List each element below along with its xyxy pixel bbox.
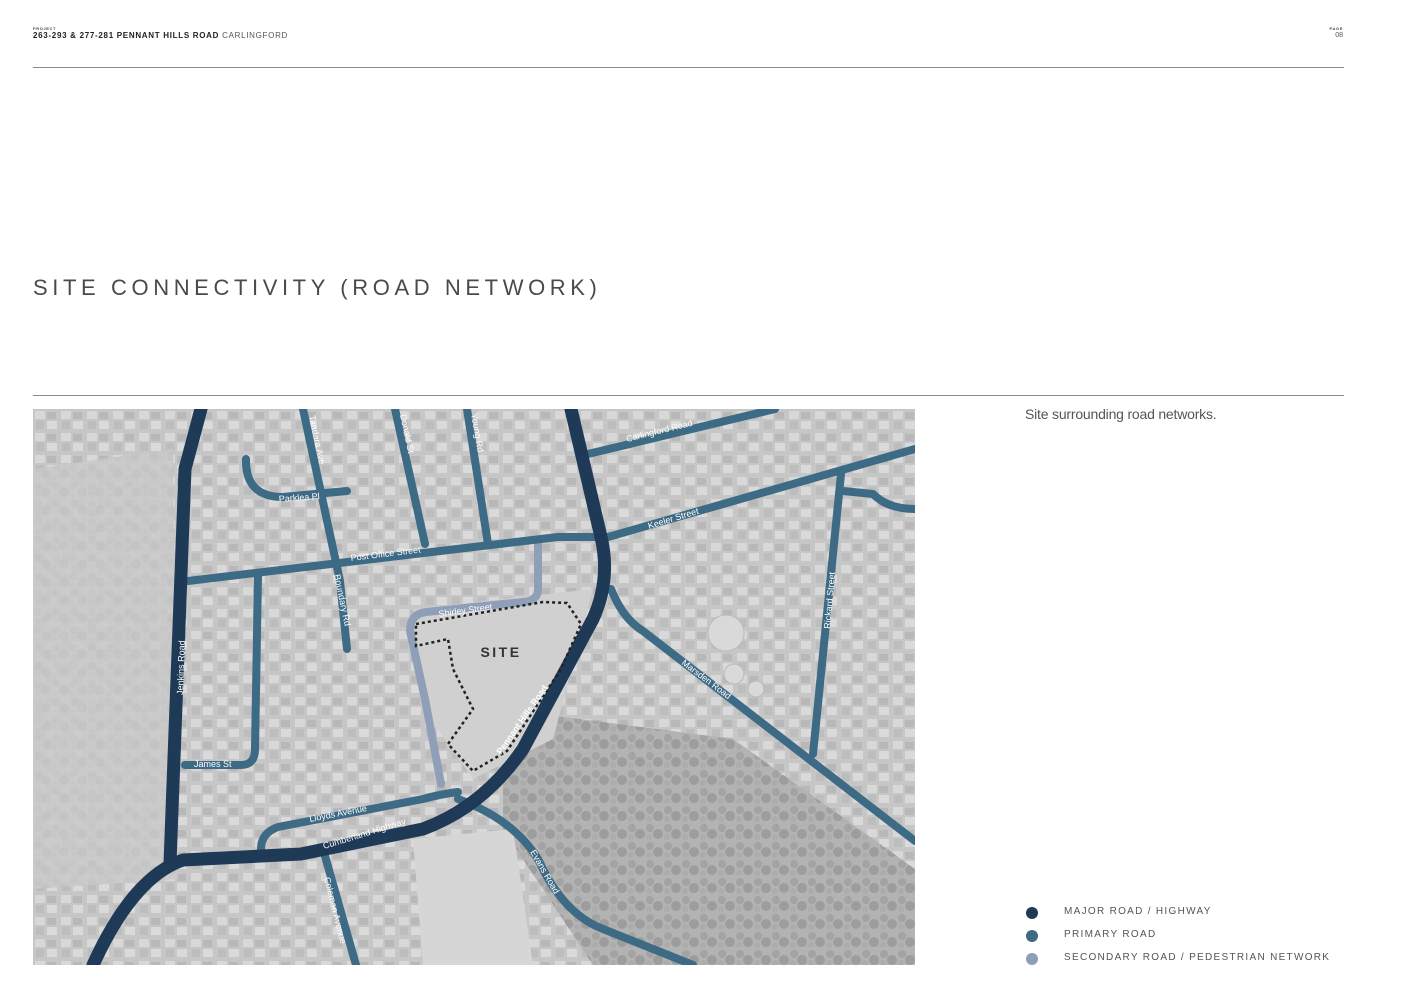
sports-field [413, 829, 533, 965]
reservoir-tank-small [723, 663, 745, 685]
map-svg: SITE Carlingford Road Keeler Street Rick… [33, 409, 915, 965]
road-network-map: SITE Carlingford Road Keeler Street Rick… [33, 409, 915, 965]
project-address-line: 263-293 & 277-281 PENNANT HILLS ROAD CAR… [33, 31, 288, 41]
site-label: SITE [480, 644, 521, 660]
legend-label: PRIMARY ROAD [1064, 929, 1157, 940]
project-header: PROJECT 263-293 & 277-281 PENNANT HILLS … [33, 26, 288, 41]
secondary-road-swatch [1026, 953, 1038, 965]
section-divider [33, 395, 1344, 396]
legend-label: MAJOR ROAD / HIGHWAY [1064, 906, 1212, 917]
header-divider [33, 67, 1344, 68]
jenkins-road-label: Jenkins Road [175, 640, 187, 695]
page-number: 08 [1335, 32, 1343, 39]
project-suburb: CARLINGFORD [222, 31, 289, 40]
reservoir-tank-small [747, 680, 765, 698]
page-title: SITE CONNECTIVITY (ROAD NETWORK) [33, 274, 602, 300]
reservoir-tank [707, 614, 745, 652]
page-indicator: PAGE 08 [1330, 26, 1343, 40]
primary-road-swatch [1026, 930, 1038, 942]
project-address: 263-293 & 277-281 PENNANT HILLS ROAD [33, 31, 220, 40]
legend-label: SECONDARY ROAD / PEDESTRIAN NETWORK [1064, 952, 1331, 963]
map-caption: Site surrounding road networks. [1025, 406, 1217, 422]
james-street-label: James St [194, 759, 232, 769]
major-road-swatch [1026, 907, 1038, 919]
